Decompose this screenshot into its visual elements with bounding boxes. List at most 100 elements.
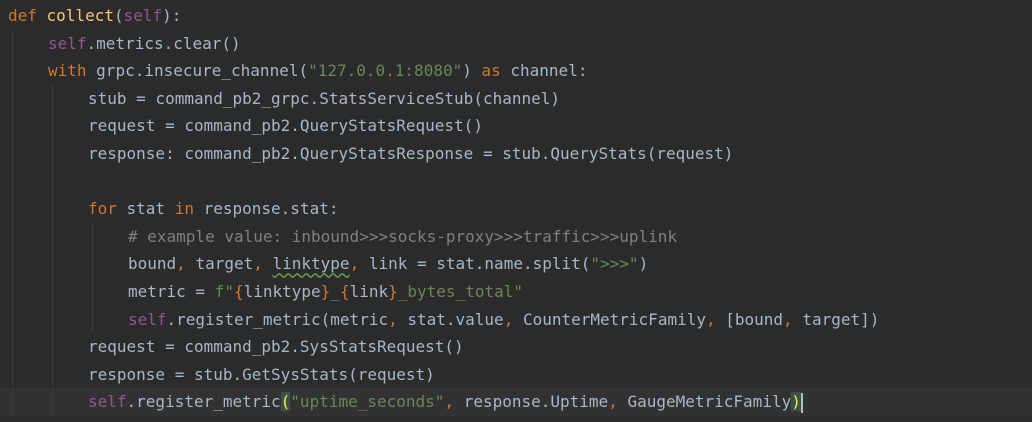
- code-line[interactable]: for stat in response.stat:: [0, 195, 1032, 223]
- code-token: (: [113, 6, 124, 25]
- code-token: link = stat.name.split(: [368, 254, 591, 274]
- code-token: _bytes_total": [397, 282, 523, 301]
- code-token: self: [128, 309, 167, 329]
- code-text: response: command_pb2.QueryStatsResponse…: [88, 140, 733, 168]
- indent-guide: [12, 112, 13, 140]
- code-token: linktype: [243, 282, 321, 301]
- code-line[interactable]: self.register_metric(metric, stat.value,…: [0, 305, 1032, 334]
- code-token: grpc.insecure_channel(: [96, 61, 309, 81]
- code-line-current[interactable]: self.register_metric("uptime_seconds", r…: [0, 388, 1032, 416]
- code-text: stub = command_pb2_grpc.StatsServiceStub…: [88, 85, 560, 113]
- indent-guide: [52, 84, 53, 113]
- code-token: stat.value: [407, 309, 504, 329]
- indent-guide: [12, 388, 13, 416]
- indent-guide: [92, 222, 93, 251]
- code-token: [bound: [725, 309, 784, 329]
- code-token: ,: [608, 392, 628, 412]
- code-line[interactable]: # example value: inbound>>>socks-proxy>>…: [0, 222, 1032, 251]
- indent-guide: [12, 195, 13, 223]
- code-line[interactable]: def collect(self):: [0, 2, 1032, 30]
- code-line[interactable]: response = stub.GetSysStats(request): [0, 360, 1032, 389]
- indent-guide: [12, 222, 13, 251]
- indent-guide: [52, 305, 53, 334]
- code-token: bound: [128, 254, 177, 274]
- code-token: .register_metric(metric: [166, 309, 389, 329]
- code-token: GaugeMetricFamily: [627, 392, 792, 412]
- indent-guide: [52, 195, 53, 223]
- code-text: response = stub.GetSysStats(request): [88, 361, 435, 389]
- text-caret: [800, 392, 803, 413]
- code-token: response.Uptime: [463, 392, 609, 412]
- code-token: ): [791, 392, 801, 412]
- code-text: self.register_metric("uptime_seconds", r…: [88, 388, 803, 416]
- code-text: self.metrics.clear(): [48, 30, 241, 58]
- code-token: ,: [705, 309, 726, 329]
- indent-guide: [92, 250, 93, 278]
- code-line[interactable]: stub = command_pb2_grpc.StatsServiceStub…: [0, 84, 1032, 113]
- code-line[interactable]: request = command_pb2.QueryStatsRequest(…: [0, 112, 1032, 140]
- indent-guide: [92, 305, 93, 334]
- code-token: response = stub.GetSysStats(request): [88, 364, 435, 384]
- code-editor[interactable]: def collect(self): self.metrics.clear() wi…: [0, 0, 1032, 422]
- code-token: .register_metric: [126, 392, 281, 412]
- code-token: link: [349, 282, 389, 301]
- code-line[interactable]: bound, target, linktype, link = stat.nam…: [0, 250, 1032, 278]
- code-token: ,: [444, 392, 464, 412]
- code-token: ,: [783, 309, 803, 329]
- code-token: {: [233, 282, 244, 301]
- code-token: f": [214, 282, 234, 301]
- code-token: self: [88, 392, 127, 412]
- indent-guide: [12, 250, 13, 278]
- code-line[interactable]: self.metrics.clear(): [0, 29, 1032, 58]
- code-line[interactable]: metric = f"{linktype}_{link}_bytes_total…: [0, 278, 1032, 306]
- code-text: def collect(self):: [8, 2, 181, 30]
- code-token: request = command_pb2.SysStatsRequest(): [88, 337, 464, 357]
- code-token: collect: [46, 6, 114, 25]
- code-token: target]): [802, 309, 880, 329]
- indent-guide: [52, 360, 53, 389]
- code-token: for: [88, 199, 127, 219]
- code-text: self.register_metric(metric, stat.value,…: [128, 306, 879, 334]
- indent-guide: [12, 57, 13, 85]
- indent-guide: [12, 167, 13, 196]
- code-line[interactable]: with grpc.insecure_channel("127.0.0.1:80…: [0, 57, 1032, 85]
- code-token: ,: [349, 254, 369, 274]
- code-text: bound, target, linktype, link = stat.nam…: [128, 250, 648, 278]
- indent-guide: [12, 278, 13, 306]
- code-token: ): [638, 254, 649, 274]
- code-token: CounterMetricFamily: [522, 309, 706, 329]
- code-token: ,: [176, 254, 196, 274]
- code-token: ): [462, 61, 482, 81]
- code-token: "127.0.0.1:8080": [308, 61, 463, 81]
- indent-guide: [12, 305, 13, 334]
- code-text: request = command_pb2.QueryStatsRequest(…: [88, 112, 483, 140]
- code-line[interactable]: request = command_pb2.SysStatsRequest(): [0, 333, 1032, 361]
- code-token: "uptime_seconds": [290, 392, 445, 412]
- code-text: # example value: inbound>>>socks-proxy>>…: [128, 223, 677, 251]
- code-token: response: command_pb2.QueryStatsResponse…: [88, 144, 734, 163]
- indent-guide: [52, 333, 53, 361]
- code-token: target: [195, 254, 254, 274]
- code-token: stub = command_pb2_grpc.StatsServiceStub…: [88, 88, 561, 108]
- code-token: }: [388, 282, 398, 301]
- code-text: for stat in response.stat:: [88, 195, 338, 223]
- code-token: def: [8, 6, 47, 25]
- code-token: (: [280, 392, 291, 412]
- code-token: in: [174, 199, 204, 219]
- code-token: as: [481, 61, 511, 81]
- code-token: {: [339, 282, 350, 301]
- indent-guide: [52, 278, 53, 306]
- code-text: with grpc.insecure_channel("127.0.0.1:80…: [48, 57, 587, 85]
- code-token: linktype: [272, 254, 350, 274]
- code-token: ):: [162, 6, 182, 25]
- code-token: request = command_pb2.QueryStatsRequest(…: [88, 116, 483, 136]
- indent-guide: [12, 84, 13, 113]
- code-token: self: [123, 6, 163, 25]
- code-token: channel:: [510, 61, 588, 81]
- code-line[interactable]: response: command_pb2.QueryStatsResponse…: [0, 140, 1032, 168]
- indent-guide: [12, 360, 13, 389]
- code-token: ,: [388, 309, 408, 329]
- indent-guide: [52, 222, 53, 251]
- code-token: metric =: [128, 282, 215, 301]
- code-line[interactable]: [0, 167, 1032, 196]
